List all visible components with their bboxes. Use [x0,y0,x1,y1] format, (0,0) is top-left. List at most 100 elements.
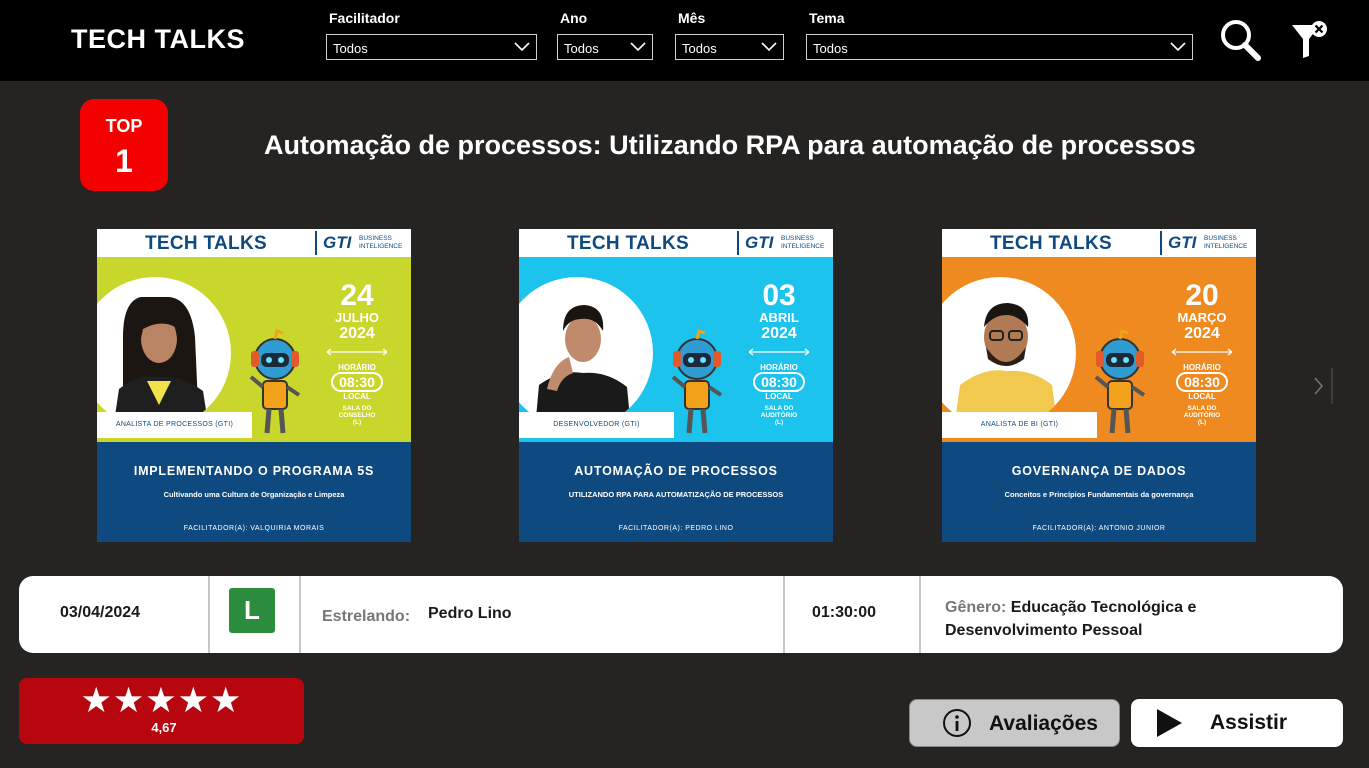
card-footer: IMPLEMENTANDO O PROGRAMA 5S Cultivando u… [97,442,411,542]
top-label: TOP [105,116,143,136]
gti-text: GTI [745,233,774,252]
divider [919,576,921,653]
event-card-3[interactable]: TECH TALKS GTI BUSINESS INTELIGENCE 20 MA… [942,229,1256,542]
robot-mascot-icon [671,329,723,434]
divider [299,576,301,653]
divider [208,576,210,653]
genre-text: Gênero: Educação Tecnológica e Desenvolvi… [945,596,1196,642]
event-day: 03 [762,279,796,312]
chevron-down-icon [630,42,646,52]
watch-label: Assistir [1210,711,1288,734]
top-rank-badge: TOP 1 [80,99,168,191]
filter-tema-select[interactable]: Todos [806,34,1193,60]
event-card-1[interactable]: TECH TALKS GTI BUSINESS INTELIGENCE 24 JU… [97,229,411,542]
search-icon[interactable] [1219,18,1263,62]
star-rating-icon: ★★★★★ [80,681,243,720]
horario-label: HORÁRIO [1183,363,1221,372]
card-title: AUTOMAÇÃO DE PROCESSOS [574,464,778,478]
page-title: Automação de processos: Utilizando RPA p… [264,130,1196,160]
bi-text: BUSINESS INTELIGENCE [781,235,825,250]
event-date-text: 03/04/2024 [60,604,141,621]
chevron-down-icon [761,42,777,52]
event-day: 24 [340,279,374,312]
local-label: LOCAL [765,392,793,401]
speaker-avatar-icon [113,297,209,429]
gti-text: GTI [323,233,352,252]
card-header: TECH TALKS GTI BUSINESS INTELIGENCE [97,229,411,257]
event-room: SALA DO CONSELHO (L) [338,405,376,426]
filter-facilitador-value: Todos [333,41,368,56]
chevron-down-icon [514,42,530,52]
card-header: TECH TALKS GTI BUSINESS INTELIGENCE [942,229,1256,257]
event-year: 2024 [1184,325,1220,342]
gti-logo: GTI BUSINESS INTELIGENCE [737,231,833,255]
filter-tema-value: Todos [813,41,848,56]
local-label: LOCAL [343,392,371,401]
event-time: 08:30 [753,372,805,392]
card-brand: TECH TALKS [990,233,1112,254]
filter-ano-value: Todos [564,41,599,56]
filter-clear-icon[interactable] [1290,18,1332,62]
card-facilitator: FACILITADOR(A): PEDRO LINO [618,525,734,532]
duration-text: 01:30:00 [812,604,877,621]
starring-label: Estrelando: [322,608,411,625]
speaker-role: ANALISTA DE PROCESSOS (GTI) [97,412,252,438]
speaker-avatar-icon [954,303,1058,429]
speaker-photo [942,277,1076,429]
event-card-2[interactable]: TECH TALKS GTI BUSINESS INTELIGENCE 03 AB… [519,229,833,542]
speaker-photo [519,277,653,429]
event-month: ABRIL [759,310,799,325]
double-arrow-icon [748,348,810,356]
reviews-button[interactable]: Avaliações [909,699,1120,747]
horario-label: HORÁRIO [338,363,376,372]
speaker-avatar-icon [535,305,631,429]
local-label: LOCAL [1188,392,1216,401]
event-time: 08:30 [331,372,383,392]
card-facilitator: FACILITADOR(A): VALQUIRIA MORAIS [183,525,325,532]
card-subtitle: UTILIZANDO RPA PARA AUTOMATIZAÇÃO DE PRO… [568,490,784,499]
horario-label: HORÁRIO [760,363,798,372]
event-month: MARÇO [1177,310,1227,325]
play-icon [1157,709,1182,737]
event-year: 2024 [761,325,797,342]
top-bar: TECH TALKS Facilitador Todos Ano Todos M… [0,0,1369,81]
robot-mascot-icon [1094,329,1146,434]
speaker-role: ANALISTA DE BI (GTI) [942,412,1097,438]
card-footer: AUTOMAÇÃO DE PROCESSOS UTILIZANDO RPA PA… [519,442,833,542]
speaker-photo [97,277,231,429]
rating-score: 4,67 [151,720,177,735]
filter-facilitador-label: Facilitador [329,10,400,26]
event-date: 20 MARÇO 2024 HORÁRIO 08:30 LOCAL SALA D… [1152,281,1252,426]
filter-ano-select[interactable]: Todos [557,34,653,60]
event-year: 2024 [339,325,375,342]
event-time: 08:30 [1176,372,1228,392]
gti-logo: GTI BUSINESS INTELIGENCE [315,231,411,255]
filter-facilitador-select[interactable]: Todos [326,34,537,60]
event-month: JULHO [334,310,380,325]
age-rating-badge: L [229,588,275,633]
card-title: GOVERNANÇA DE DADOS [1011,464,1187,478]
chevron-right-icon[interactable] [1305,366,1333,406]
chevron-down-icon [1170,42,1186,52]
genre-line1: Educação Tecnológica e [1010,599,1197,616]
filter-tema-label: Tema [809,10,845,26]
filter-mes-value: Todos [682,41,717,56]
card-header: TECH TALKS GTI BUSINESS INTELIGENCE [519,229,833,257]
robot-mascot-icon [249,329,301,434]
event-date: 03 ABRIL 2024 HORÁRIO 08:30 LOCAL SALA D… [729,281,829,426]
watch-button[interactable]: Assistir [1131,699,1343,747]
starring-name: Pedro Lino [428,605,512,622]
genre-label: Gênero: [945,599,1007,616]
card-brand: TECH TALKS [145,233,267,254]
event-room: SALA DO AUDITÓRIO (L) [760,405,798,426]
filter-mes-select[interactable]: Todos [675,34,784,60]
filter-ano-label: Ano [560,10,588,26]
card-subtitle: Cultivando uma Cultura de Organização e … [163,490,345,499]
info-icon [943,709,971,737]
app-logo: TECH TALKS [71,24,245,54]
event-room: SALA DO AUDITÓRIO (L) [1183,405,1221,426]
details-bar: 03/04/2024 L Estrelando: Pedro Lino 01:3… [19,576,1343,653]
event-date: 24 JULHO 2024 HORÁRIO 08:30 LOCAL SALA D… [307,281,407,426]
event-day: 20 [1185,279,1219,312]
rating-box: ★★★★★ 4,67 [19,678,304,744]
